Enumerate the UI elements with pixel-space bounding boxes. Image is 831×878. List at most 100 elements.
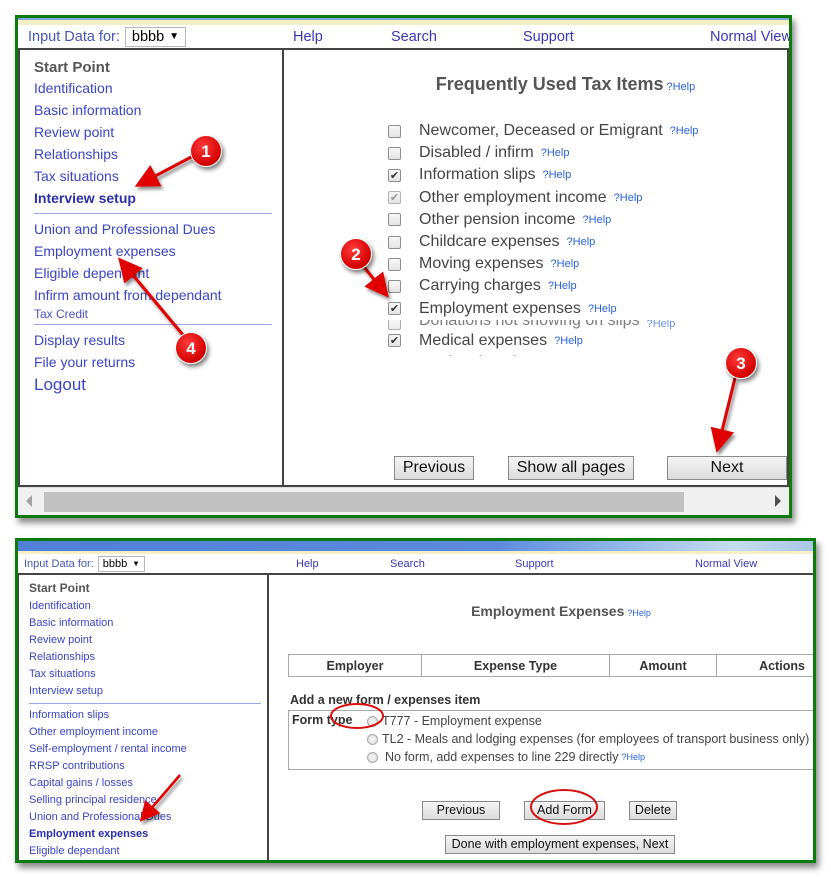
help-link[interactable]: ?Help (551, 258, 580, 270)
tax-item-label: Student loan interests (419, 354, 574, 356)
tax-item-row[interactable]: Moving expenses ?Help (388, 253, 789, 275)
help-link[interactable]: ?Help (670, 125, 699, 137)
tax-item-row[interactable]: ✔ Information slips ?Help (388, 164, 789, 186)
logout-link[interactable]: Logout (34, 373, 282, 397)
sidebar-item-infirm-amount[interactable]: Infirm amount from dependant (29, 860, 267, 863)
scrollbar-thumb[interactable] (44, 492, 684, 512)
help-link[interactable]: ?Help (621, 752, 645, 762)
sidebar-item-interview-setup[interactable]: Interview setup (34, 187, 282, 209)
sidebar-item-identification[interactable]: Identification (29, 598, 267, 615)
sidebar-item-identification[interactable]: Identification (34, 77, 282, 99)
sidebar-item-basic-information[interactable]: Basic information (34, 99, 282, 121)
help-link[interactable]: Help (296, 558, 319, 570)
tax-item-label: Childcare expenses (419, 233, 560, 251)
sidebar-heading: Start Point (29, 581, 90, 595)
tax-item-row[interactable]: Carrying charges ?Help (388, 275, 789, 297)
scroll-left-icon[interactable] (26, 495, 32, 507)
person-select[interactable]: bbbb ▼ (124, 26, 187, 47)
support-link[interactable]: Support (515, 558, 554, 570)
sidebar-item-relationships[interactable]: Relationships (29, 649, 267, 666)
tax-item-row[interactable]: ✔ Other employment income ?Help (388, 187, 789, 209)
tax-item-row[interactable]: Other pension income ?Help (388, 209, 789, 231)
tax-item-row[interactable]: Childcare expenses ?Help (388, 231, 789, 253)
done-next-button[interactable]: Done with employment expenses, Next (445, 835, 675, 854)
checkbox-unchecked[interactable] (388, 257, 401, 271)
tax-item-row[interactable]: Donations not showing on slips ?Help (388, 319, 789, 330)
radio-button[interactable] (367, 751, 378, 763)
checkmark-icon: ✔ (389, 192, 400, 205)
radio-t777[interactable]: T777 - Employment expense (367, 714, 542, 728)
radio-no-form[interactable]: No form, add expenses to line 229 direct… (367, 750, 645, 764)
sidebar-item-union-dues[interactable]: Union and Professional Dues (29, 809, 267, 826)
sidebar-item-employment-expenses[interactable]: Employment expenses (34, 240, 282, 262)
sidebar-item-interview-setup[interactable]: Interview setup (29, 683, 267, 700)
person-select[interactable]: bbbb ▼ (97, 555, 145, 572)
previous-button[interactable]: Previous (422, 801, 500, 820)
sidebar-divider (34, 324, 272, 325)
previous-button[interactable]: Previous (394, 456, 474, 480)
normal-view-link[interactable]: Normal View (695, 558, 757, 570)
sidebar-item-infirm-amount[interactable]: Infirm amount from dependant (34, 284, 282, 306)
search-link[interactable]: Search (390, 558, 425, 570)
help-link[interactable]: ?Help (666, 81, 695, 93)
help-link[interactable]: ?Help (554, 335, 583, 347)
page-title: Frequently Used Tax Items ?Help (284, 74, 787, 95)
sidebar-item-other-employment-income[interactable]: Other employment income (29, 724, 267, 741)
sidebar-item-review-point[interactable]: Review point (34, 121, 282, 143)
help-link[interactable]: ?Help (543, 169, 572, 181)
tax-item-row[interactable]: Disabled / infirm ?Help (388, 142, 789, 164)
sidebar-item-employment-expenses[interactable]: Employment expenses (29, 826, 267, 843)
sidebar-item-display-results[interactable]: Display results (34, 329, 282, 351)
support-link[interactable]: Support (523, 29, 574, 45)
sidebar-item-review-point[interactable]: Review point (29, 632, 267, 649)
next-button[interactable]: Next (667, 456, 787, 480)
sidebar-item-capital-gains[interactable]: Capital gains / losses (29, 775, 267, 792)
checkbox-unchecked[interactable] (388, 319, 401, 330)
horizontal-scrollbar[interactable] (18, 487, 789, 515)
help-link[interactable]: ?Help (588, 303, 617, 315)
help-link[interactable]: ?Help (541, 147, 570, 159)
sidebar-item-tax-situations[interactable]: Tax situations (29, 666, 267, 683)
help-link[interactable]: ?Help (567, 236, 596, 248)
scroll-right-icon[interactable] (775, 495, 781, 507)
sidebar-item-principal-residence[interactable]: Selling principal residence (29, 792, 267, 809)
radio-button[interactable] (367, 733, 378, 745)
sidebar-item-tax-credit[interactable]: Tax Credit (34, 306, 282, 320)
sidebar-item-information-slips[interactable]: Information slips (29, 707, 267, 724)
sidebar-item-basic-information[interactable]: Basic information (29, 615, 267, 632)
show-all-pages-button[interactable]: Show all pages (508, 456, 634, 480)
sidebar-item-self-employment[interactable]: Self-employment / rental income (29, 741, 267, 758)
checkbox-checked[interactable]: ✔ (388, 302, 401, 316)
checkbox-unchecked[interactable] (388, 124, 401, 138)
checkbox-unchecked[interactable] (388, 146, 401, 160)
help-link[interactable]: ?Help (647, 320, 676, 330)
add-form-button[interactable]: Add Form (524, 801, 605, 820)
sidebar-item-file-returns[interactable]: File your returns (34, 351, 282, 373)
checkbox-checked[interactable]: ✔ (388, 334, 401, 348)
tax-item-row[interactable]: Newcomer, Deceased or Emigrant ?Help (388, 120, 789, 142)
help-link[interactable]: ?Help (627, 608, 651, 618)
tax-item-row[interactable]: ✔ Employment expenses ?Help (388, 298, 789, 320)
sidebar-item-tax-situations[interactable]: Tax situations (34, 165, 282, 187)
normal-view-link[interactable]: Normal View (710, 29, 789, 45)
search-link[interactable]: Search (391, 29, 437, 45)
sidebar-item-eligible-dependant[interactable]: Eligible dependant (34, 262, 282, 284)
checkbox-checked[interactable]: ✔ (388, 168, 401, 182)
sidebar-item-relationships[interactable]: Relationships (34, 143, 282, 165)
tax-item-label: Carrying charges (419, 277, 541, 295)
help-link[interactable]: ?Help (548, 280, 577, 292)
checkbox-unchecked[interactable] (388, 235, 401, 249)
chevron-down-icon: ▼ (132, 559, 140, 568)
help-link[interactable]: Help (293, 29, 323, 45)
checkbox-unchecked[interactable] (388, 279, 401, 293)
tax-item-label: Information slips (419, 166, 536, 184)
help-link[interactable]: ?Help (614, 192, 643, 204)
delete-button[interactable]: Delete (629, 801, 677, 820)
sidebar-item-eligible-dependant[interactable]: Eligible dependant (29, 843, 267, 860)
help-link[interactable]: ?Help (583, 214, 612, 226)
sidebar-item-union-dues[interactable]: Union and Professional Dues (34, 218, 282, 240)
sidebar-item-rrsp[interactable]: RRSP contributions (29, 758, 267, 775)
radio-button[interactable] (367, 715, 378, 727)
radio-tl2[interactable]: TL2 - Meals and lodging expenses (for em… (367, 732, 809, 746)
checkbox-unchecked[interactable] (388, 213, 401, 227)
